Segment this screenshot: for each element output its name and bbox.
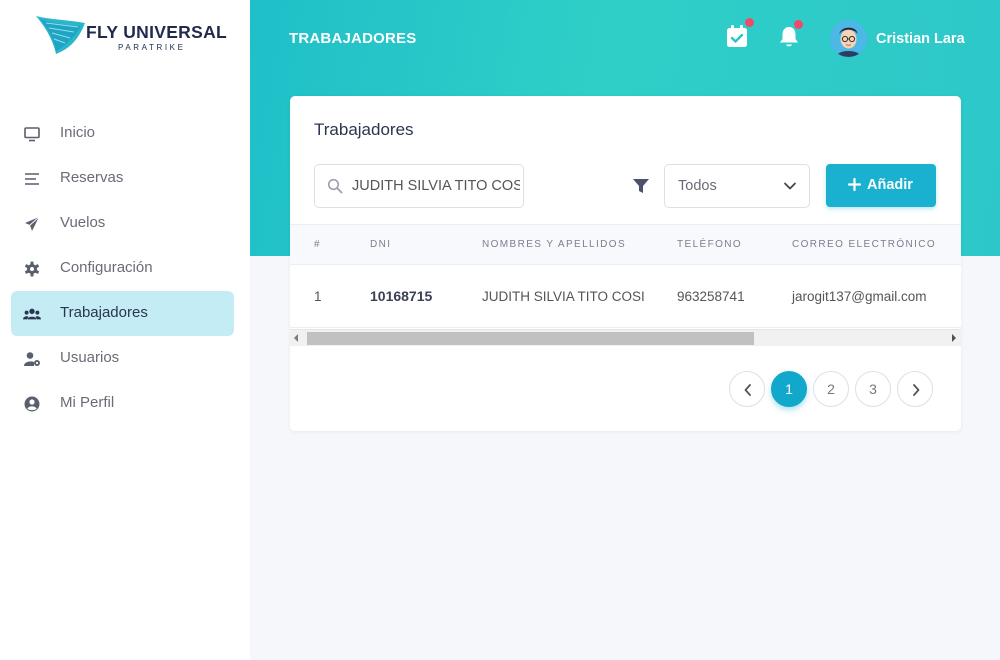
horizontal-scrollbar[interactable] <box>290 329 961 346</box>
user-name[interactable]: Cristian Lara <box>876 31 965 47</box>
add-worker-button[interactable]: Añadir <box>826 164 936 207</box>
next-page-button[interactable] <box>897 371 933 407</box>
cell-name: JUDITH SILVIA TITO COSI <box>482 289 645 304</box>
sidebar-item-inicio[interactable]: Inicio <box>11 111 234 156</box>
notifications-button[interactable] <box>779 20 803 53</box>
sidebar-item-label: Vuelos <box>60 214 106 231</box>
sidebar-item-reservas[interactable]: Reservas <box>11 156 234 201</box>
user-circle-icon <box>24 396 40 412</box>
search-field[interactable] <box>314 164 524 208</box>
bell-icon <box>780 27 798 47</box>
cell-email: jarogit137@gmail.com <box>792 289 927 304</box>
calendar-button[interactable] <box>726 18 754 53</box>
sidebar-item-mi-perfil[interactable]: Mi Perfil <box>11 381 234 426</box>
avatar[interactable] <box>830 20 867 57</box>
sidebar-nav: Inicio Reservas Vuelos Configuración Tra… <box>11 111 234 426</box>
filter-icon[interactable] <box>632 178 650 194</box>
plus-icon <box>848 178 861 191</box>
filter-select-value: Todos <box>678 178 717 194</box>
chevron-down-icon <box>784 182 796 190</box>
scroll-left-arrow-icon[interactable] <box>294 334 298 342</box>
column-header[interactable]: DNI <box>370 239 391 250</box>
cell-dni: 10168715 <box>370 288 433 304</box>
sidebar-item-label: Mi Perfil <box>60 394 115 411</box>
column-header[interactable]: NOMBRES Y APELLIDOS <box>482 239 626 250</box>
gear-icon <box>25 261 39 277</box>
chevron-right-icon <box>913 384 920 396</box>
wing-logo-icon <box>36 16 85 54</box>
filter-select[interactable]: Todos <box>664 164 810 208</box>
list-icon <box>25 173 39 185</box>
sidebar-item-vuelos[interactable]: Vuelos <box>11 201 234 246</box>
table-header: # DNI NOMBRES Y APELLIDOS TELÉFONO CORRE… <box>290 224 961 265</box>
paper-plane-icon <box>25 216 40 231</box>
brand-logo[interactable]: FLY UNIVERSAL PARATRIKE <box>34 14 228 58</box>
page-button-3[interactable]: 3 <box>855 371 891 407</box>
notification-dot <box>794 20 803 29</box>
scrollbar-thumb[interactable] <box>307 332 754 345</box>
card-title: Trabajadores <box>314 120 414 139</box>
sidebar-item-usuarios[interactable]: Usuarios <box>11 336 234 381</box>
sidebar-item-label: Configuración <box>60 259 153 276</box>
column-header[interactable]: CORREO ELECTRÓNICO <box>792 239 936 250</box>
sidebar-item-configuracion[interactable]: Configuración <box>11 246 234 291</box>
sidebar-item-label: Usuarios <box>60 349 120 366</box>
calendar-check-icon <box>727 25 747 47</box>
table-row[interactable]: 1 10168715 JUDITH SILVIA TITO COSI 96325… <box>290 265 961 328</box>
workers-card: Trabajadores Todos Añadir # DNI NOMBRES … <box>290 96 961 431</box>
prev-page-button[interactable] <box>729 371 765 407</box>
column-header[interactable]: TELÉFONO <box>677 239 742 250</box>
monitor-icon <box>24 127 40 142</box>
brand-subtitle: PARATRIKE <box>118 43 186 52</box>
sidebar-item-label: Trabajadores <box>60 304 148 321</box>
user-cog-icon <box>24 352 40 366</box>
notification-dot <box>745 18 754 27</box>
sidebar-item-label: Inicio <box>60 124 96 141</box>
sidebar-item-trabajadores[interactable]: Trabajadores <box>11 291 234 336</box>
add-button-label: Añadir <box>867 177 913 193</box>
search-input[interactable] <box>352 165 520 207</box>
users-icon <box>23 308 41 320</box>
chevron-left-icon <box>744 384 751 396</box>
cell-phone: 963258741 <box>677 289 745 304</box>
cell-index: 1 <box>314 289 322 304</box>
brand-title: FLY UNIVERSAL <box>86 22 228 42</box>
search-icon <box>327 178 343 194</box>
sidebar: FLY UNIVERSAL PARATRIKE Inicio Reservas … <box>0 0 250 660</box>
user-avatar-icon <box>830 20 867 57</box>
page-title: TRABAJADORES <box>289 30 417 47</box>
page-button-1[interactable]: 1 <box>771 371 807 407</box>
column-header[interactable]: # <box>314 239 321 250</box>
sidebar-item-label: Reservas <box>60 169 124 186</box>
scroll-right-arrow-icon[interactable] <box>952 334 956 342</box>
page-button-2[interactable]: 2 <box>813 371 849 407</box>
